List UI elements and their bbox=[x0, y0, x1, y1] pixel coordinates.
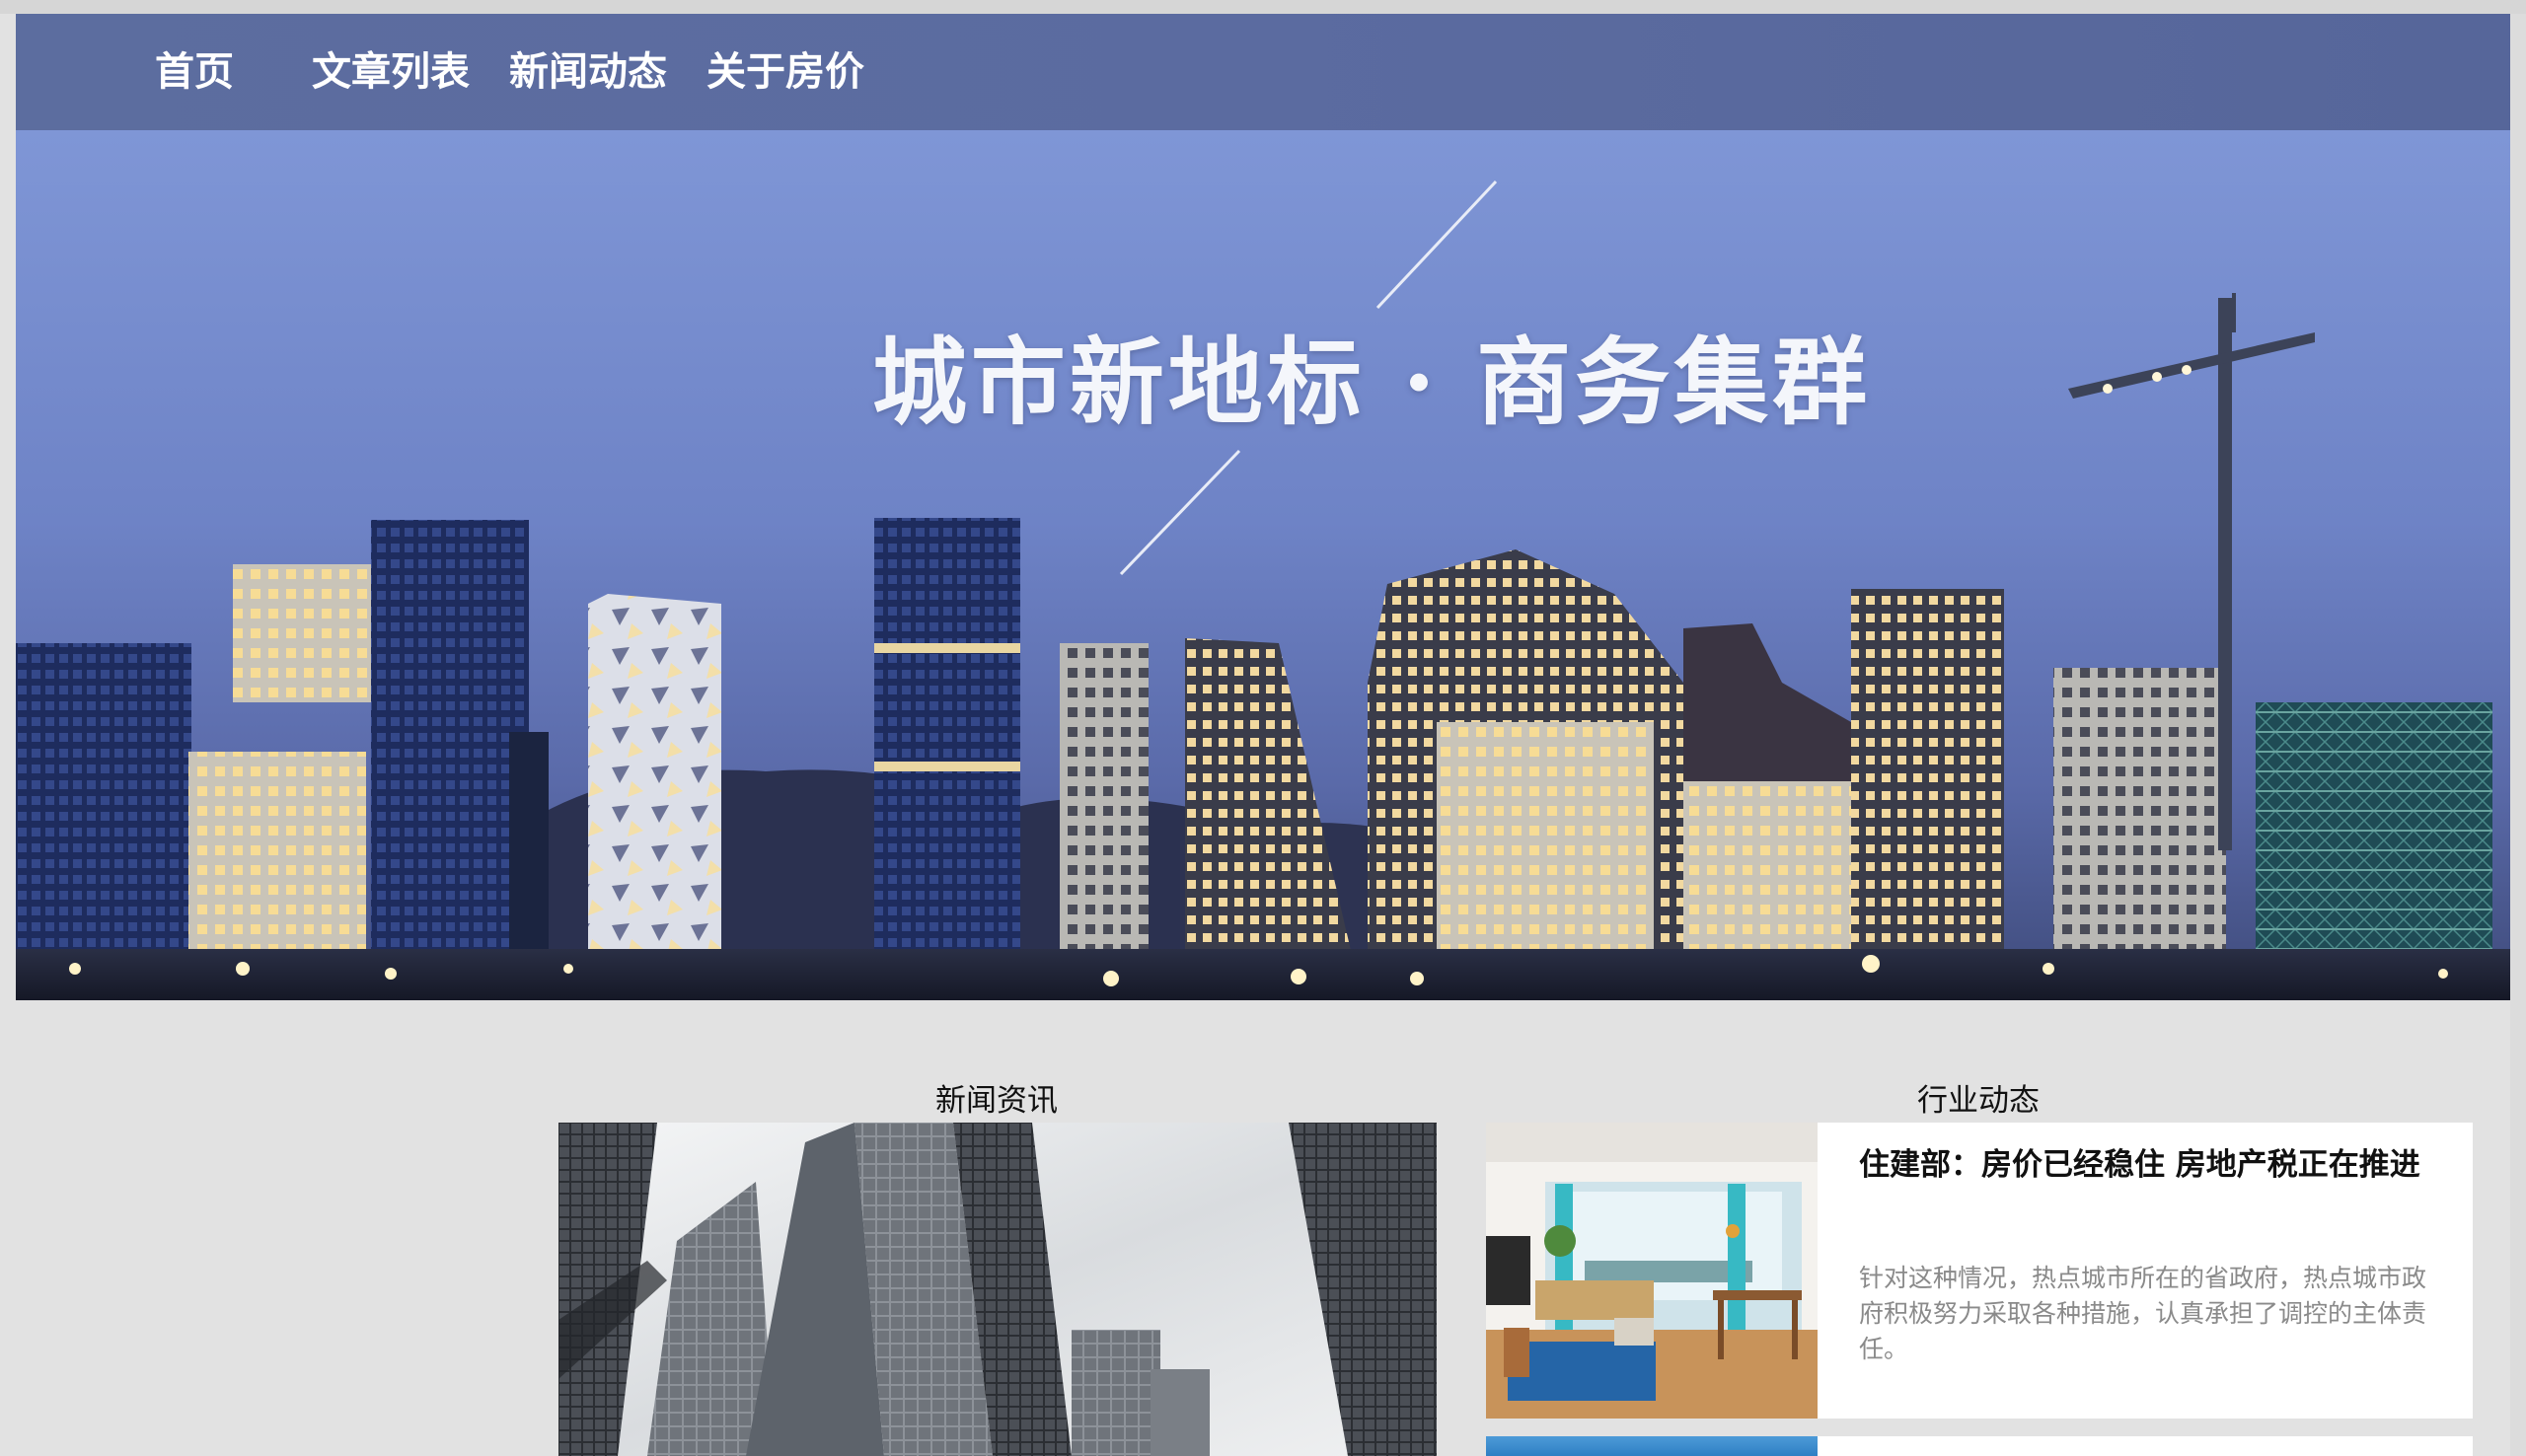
skyscrapers-image bbox=[558, 1123, 1437, 1456]
browser-top-strip bbox=[0, 0, 2526, 14]
page-scrollbar-track[interactable] bbox=[2510, 14, 2526, 1456]
nav-item-news[interactable]: 新闻动态 bbox=[509, 14, 667, 130]
hero-cityscape-image bbox=[16, 130, 2510, 1000]
hero-title: 城市新地标 · 商务集群 bbox=[871, 327, 1872, 438]
article-thumbnail bbox=[1486, 1123, 1818, 1419]
nav-item-about-prices[interactable]: 关于房价 bbox=[706, 14, 864, 130]
article-thumbnail-next bbox=[1486, 1436, 1818, 1456]
hero-banner: 城市新地标 · 商务集群 bbox=[16, 130, 2510, 1000]
article-title-link[interactable]: 住建部：房价已经稳住 房地产税正在推进 bbox=[1859, 1142, 2441, 1188]
page: 首页 文章列表 新闻动态 关于房价 城市新地标 · 商务集群 新闻资讯 行业动态… bbox=[0, 0, 2526, 1456]
news-feature-image[interactable] bbox=[558, 1123, 1437, 1456]
article-summary: 针对这种情况，热点城市所在的省政府，热点城市政府积极努力采取各种措施，认真承担了… bbox=[1859, 1264, 2427, 1363]
nav-item-home[interactable]: 首页 bbox=[155, 14, 234, 130]
article-card-next[interactable] bbox=[1486, 1436, 2473, 1456]
navbar: 首页 文章列表 新闻动态 关于房价 bbox=[16, 14, 2510, 130]
nav-item-article-list[interactable]: 文章列表 bbox=[312, 14, 470, 130]
industry-section-heading: 行业动态 bbox=[1917, 1083, 2040, 1119]
news-section-heading: 新闻资讯 bbox=[935, 1083, 1058, 1119]
article-card[interactable]: 住建部：房价已经稳住 房地产税正在推进 针对这种情况，热点城市所在的省政府，热点… bbox=[1486, 1123, 2473, 1419]
living-room-image bbox=[1486, 1123, 1818, 1419]
